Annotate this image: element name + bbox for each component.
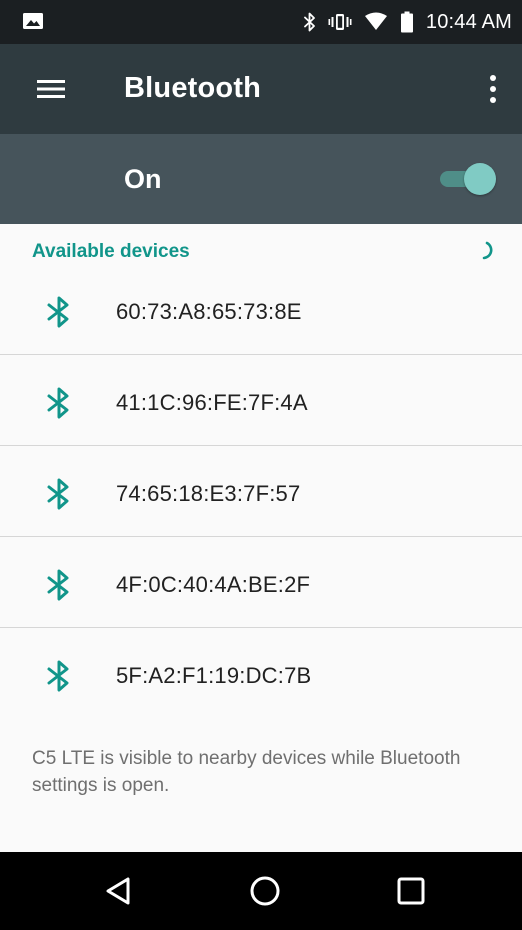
recents-icon[interactable] bbox=[394, 874, 428, 908]
device-item[interactable]: 60:73:A8:65:73:8E bbox=[0, 264, 522, 355]
device-name: 74:65:18:E3:7F:57 bbox=[116, 481, 301, 506]
app-bar: Bluetooth bbox=[0, 44, 522, 134]
bluetooth-icon bbox=[47, 387, 69, 419]
back-icon[interactable] bbox=[102, 874, 136, 908]
page-title: Bluetooth bbox=[124, 72, 262, 104]
vibrate-icon bbox=[328, 14, 352, 30]
device-name: 60:73:A8:65:73:8E bbox=[116, 299, 302, 324]
device-name: 4F:0C:40:4A:BE:2F bbox=[116, 572, 311, 597]
scanning-spinner-icon bbox=[482, 241, 493, 260]
status-bar: 10:44 AM bbox=[0, 0, 522, 44]
device-item[interactable]: 5F:A2:F1:19:DC:7B bbox=[0, 628, 522, 718]
device-item[interactable]: 4F:0C:40:4A:BE:2F bbox=[0, 537, 522, 628]
hamburger-menu-icon[interactable] bbox=[36, 75, 66, 103]
wifi-icon bbox=[364, 12, 387, 30]
bluetooth-icon bbox=[47, 660, 69, 692]
bluetooth-icon bbox=[47, 569, 69, 601]
toggle-thumb bbox=[464, 163, 496, 195]
device-list: 60:73:A8:65:73:8E 41:1C:96:FE:7F:4A 74:6… bbox=[0, 264, 522, 718]
device-name: 5F:A2:F1:19:DC:7B bbox=[116, 663, 312, 688]
image-icon bbox=[23, 13, 43, 29]
battery-icon bbox=[400, 11, 413, 33]
status-time: 10:44 AM bbox=[425, 10, 512, 33]
bluetooth-settings-screen: 10:44 AM Bluetooth On Available devices bbox=[0, 0, 522, 930]
more-vert-icon[interactable] bbox=[486, 72, 500, 106]
device-item[interactable]: 74:65:18:E3:7F:57 bbox=[0, 446, 522, 537]
section-title: Available devices bbox=[32, 241, 190, 262]
switch-label: On bbox=[124, 164, 162, 194]
navigation-bar bbox=[0, 852, 522, 930]
bluetooth-toggle[interactable] bbox=[438, 162, 496, 196]
bluetooth-status-icon bbox=[303, 12, 315, 32]
bluetooth-icon bbox=[47, 296, 69, 328]
status-icons: 10:44 AM bbox=[303, 0, 512, 44]
visibility-note: C5 LTE is visible to nearby devices whil… bbox=[32, 748, 461, 796]
device-name: 41:1C:96:FE:7F:4A bbox=[116, 390, 308, 415]
bluetooth-master-switch-bar[interactable]: On bbox=[0, 134, 522, 224]
bluetooth-icon bbox=[47, 478, 69, 510]
device-item[interactable]: 41:1C:96:FE:7F:4A bbox=[0, 355, 522, 446]
home-icon[interactable] bbox=[248, 874, 282, 908]
